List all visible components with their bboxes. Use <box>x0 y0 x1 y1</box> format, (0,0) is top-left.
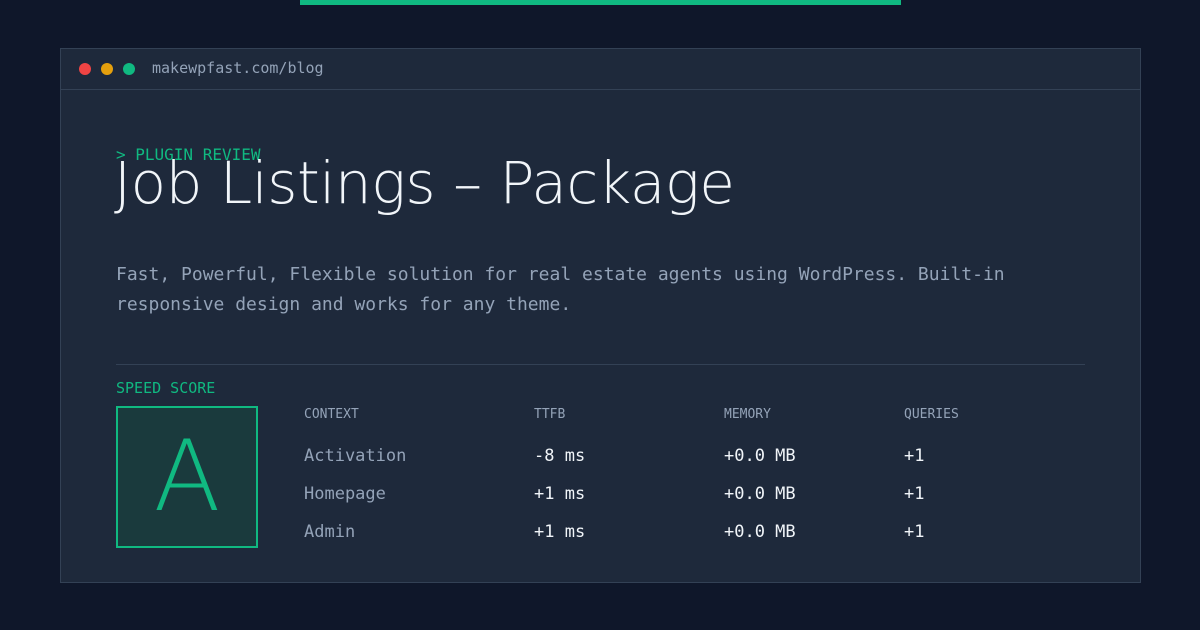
row-ttfb: +1 ms <box>534 522 586 542</box>
row-memory: +0.0 MB <box>724 522 796 542</box>
window-titlebar: makewpfast.com/blog <box>61 49 1140 90</box>
speed-grade-letter: A <box>153 420 221 534</box>
row-ttfb: -8 ms <box>534 446 586 466</box>
close-window-dot-icon[interactable] <box>79 63 91 75</box>
row-context: Admin <box>304 522 356 542</box>
speed-score-label: SPEED SCORE <box>116 379 216 397</box>
column-header-ttfb: TTFB <box>534 407 566 422</box>
row-queries: +1 <box>904 484 925 504</box>
row-queries: +1 <box>904 446 925 466</box>
browser-window: makewpfast.com/blog > PLUGIN REVIEW Job … <box>60 48 1141 583</box>
row-context: Homepage <box>304 484 386 504</box>
column-header-queries: QUERIES <box>904 407 959 422</box>
column-header-memory: MEMORY <box>724 407 771 422</box>
address-url[interactable]: makewpfast.com/blog <box>152 59 324 77</box>
maximize-window-dot-icon[interactable] <box>123 63 135 75</box>
minimize-window-dot-icon[interactable] <box>101 63 113 75</box>
speed-grade-badge: A <box>116 406 258 548</box>
section-divider <box>116 364 1085 365</box>
top-accent-bar <box>300 0 901 5</box>
row-context: Activation <box>304 446 407 466</box>
row-memory: +0.0 MB <box>724 446 796 466</box>
page-title: Job Listings – Package <box>114 149 735 217</box>
row-queries: +1 <box>904 522 925 542</box>
row-ttfb: +1 ms <box>534 484 586 504</box>
row-memory: +0.0 MB <box>724 484 796 504</box>
column-header-context: CONTEXT <box>304 407 359 422</box>
plugin-description: Fast, Powerful, Flexible solution for re… <box>116 264 1005 315</box>
